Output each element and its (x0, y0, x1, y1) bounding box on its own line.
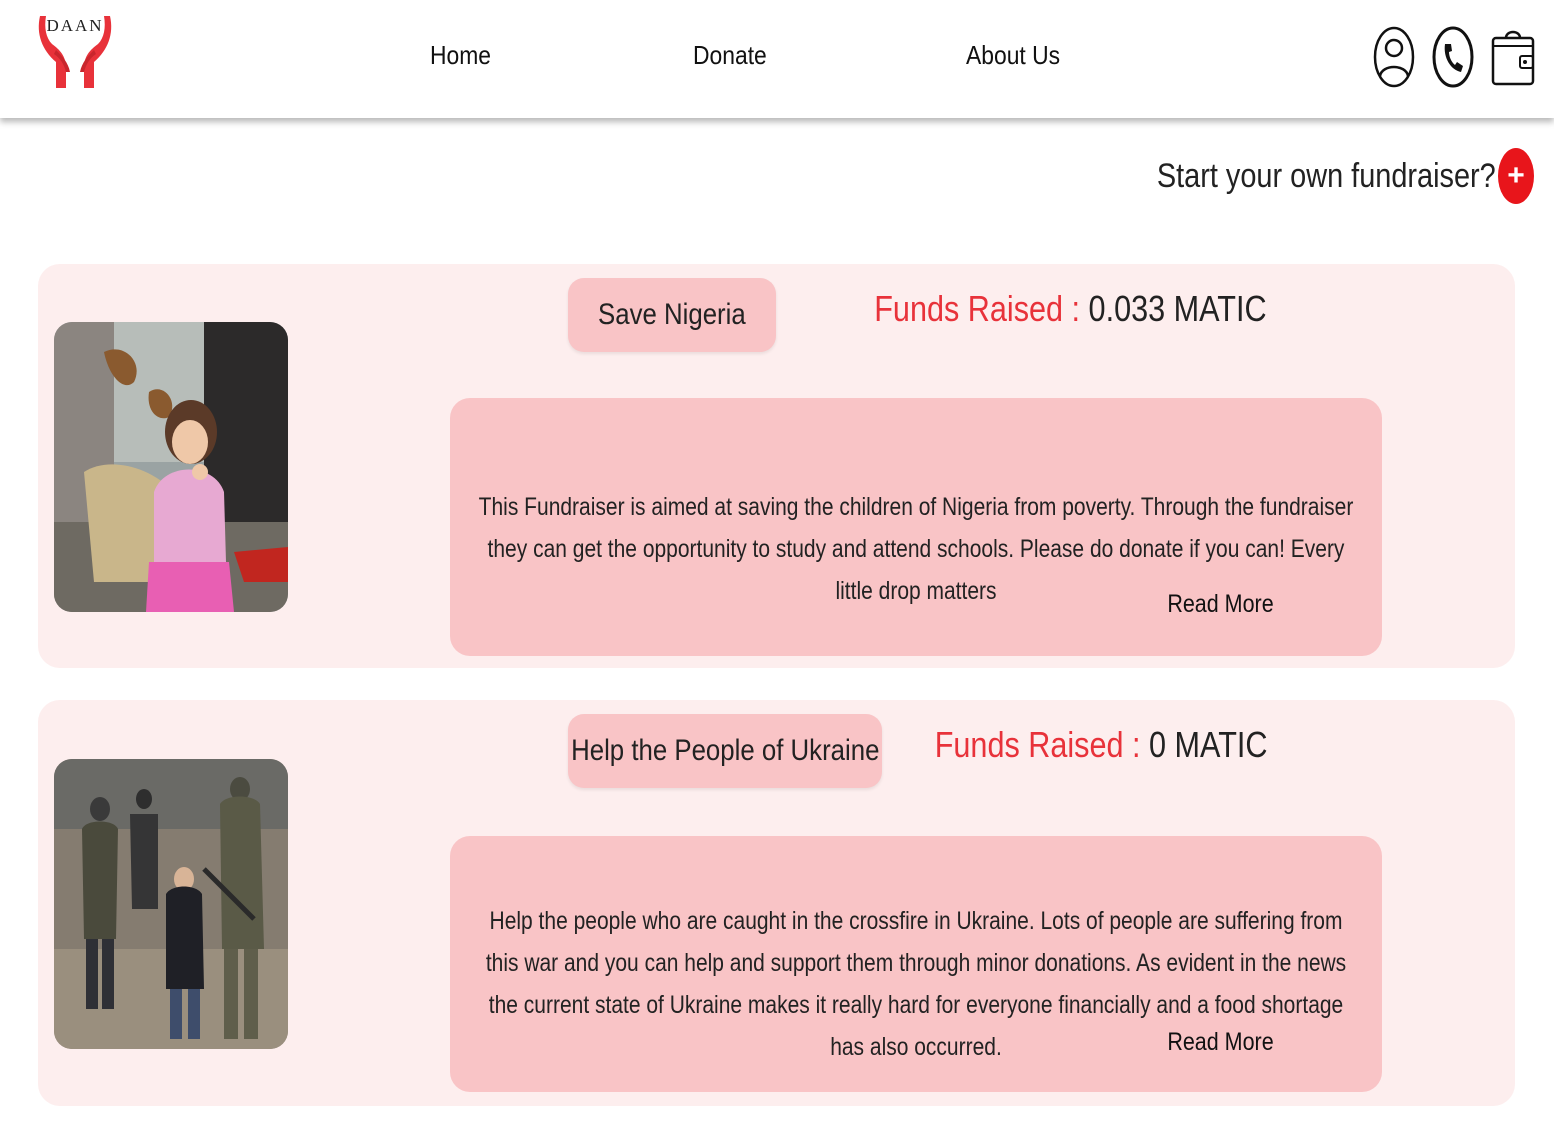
read-more-link[interactable]: Read More (1168, 590, 1274, 619)
wallet-icon[interactable] (1490, 24, 1535, 90)
fundraiser-title: Help the People of Ukraine (570, 734, 880, 767)
fundraiser-title-pill: Save Nigeria (568, 278, 776, 352)
nav-home-link[interactable]: Home (430, 40, 491, 71)
plus-icon: + (1507, 159, 1525, 192)
read-more-link[interactable]: Read More (1168, 1028, 1274, 1057)
fundraiser-photo[interactable] (54, 759, 288, 1049)
nav-about-link[interactable]: About Us (966, 40, 1060, 71)
navbar: DAAN Home Donate About Us (0, 0, 1554, 118)
add-fundraiser-button[interactable]: + (1498, 148, 1534, 204)
start-fundraiser-row: Start your own fundraiser? + (1097, 146, 1534, 206)
phone-icon[interactable] (1431, 24, 1475, 90)
funds-raised-value: 0.033 MATIC (1088, 288, 1267, 329)
fundraiser-title-pill: Help the People of Ukraine (568, 714, 882, 788)
fundraiser-description-box: This Fundraiser is aimed at saving the c… (450, 398, 1382, 656)
daan-logo[interactable]: DAAN (34, 10, 116, 92)
user-icon[interactable] (1372, 24, 1416, 90)
fundraiser-title: Save Nigeria (598, 298, 746, 331)
fundraiser-description-box: Help the people who are caught in the cr… (450, 836, 1382, 1092)
fundraiser-card: Help the People of Ukraine Funds Raised … (38, 700, 1515, 1106)
funds-raised-label: Funds Raised : (874, 288, 1081, 329)
funds-raised: Funds Raised : 0.033 MATIC (875, 288, 1267, 330)
funds-raised-value: 0 MATIC (1148, 724, 1267, 765)
nav-donate-link[interactable]: Donate (693, 40, 767, 71)
funds-raised: Funds Raised : 0 MATIC (934, 724, 1267, 766)
funds-raised-label: Funds Raised : (934, 724, 1141, 765)
fundraiser-card: Save Nigeria Funds Raised : 0.033 MATIC … (38, 264, 1515, 668)
fundraiser-photo[interactable] (54, 322, 288, 612)
logo-text: DAAN (46, 16, 104, 35)
start-fundraiser-text: Start your own fundraiser? (1157, 156, 1496, 195)
